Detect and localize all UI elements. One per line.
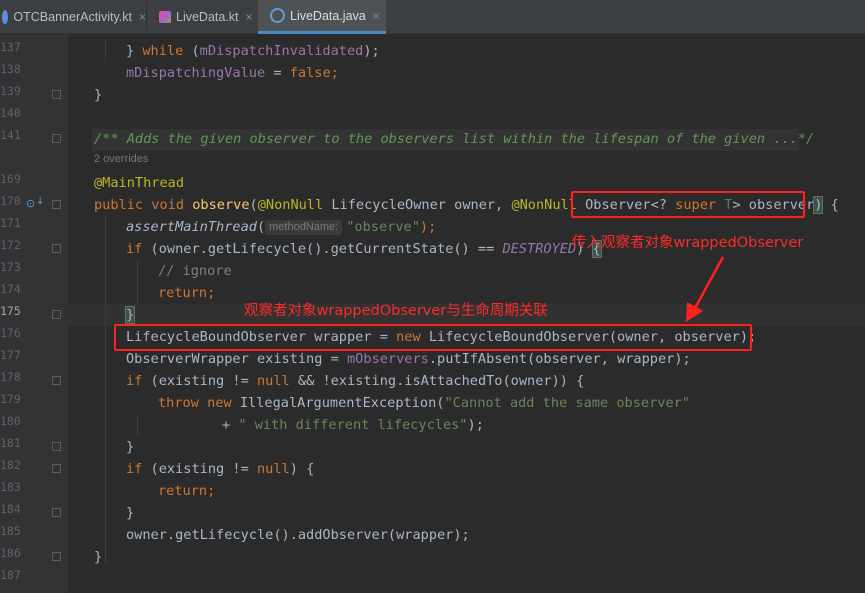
annotation-arrow [686, 256, 725, 322]
